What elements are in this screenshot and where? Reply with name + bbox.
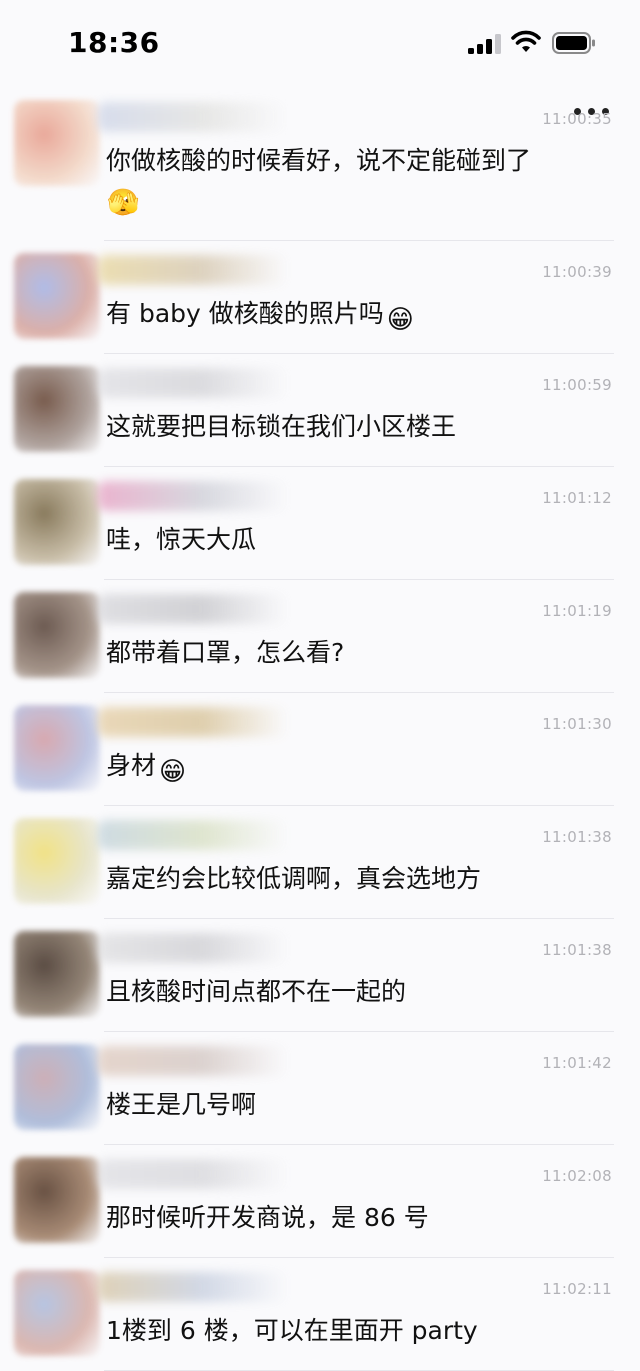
message-timestamp: 11:01:12: [542, 489, 612, 507]
chat-message-row[interactable]: 11:01:42 楼王是几号啊: [0, 1032, 640, 1145]
message-list: 11:00:35 你做核酸的时候看好，说不定能碰到了 🫣 11:00:39 有 baby…: [0, 88, 640, 1371]
cellular-signal-icon: [468, 34, 502, 54]
message-text-content: 你做核酸的时候看好，说不定能碰到了: [106, 146, 532, 175]
sender-name-blurred: [98, 1046, 288, 1076]
message-text-content: 身材: [106, 751, 157, 780]
chat-message-row[interactable]: 11:01:38 且核酸时间点都不在一起的: [0, 919, 640, 1032]
message-text-content: 且核酸时间点都不在一起的: [106, 977, 407, 1006]
message-text: 1楼到 6 楼，可以在里面开 party: [106, 1314, 478, 1348]
status-bar: 18:36: [0, 0, 640, 88]
message-text-content: 楼王是几号啊: [106, 1090, 257, 1119]
avatar[interactable]: [14, 253, 100, 339]
avatar[interactable]: [14, 1157, 100, 1243]
message-text: 这就要把目标锁在我们小区楼王: [106, 410, 456, 444]
chat-message-row[interactable]: 11:02:08 那时候听开发商说，是 86 号: [0, 1145, 640, 1258]
sender-name-blurred: [98, 368, 288, 398]
chat-message-row[interactable]: 11:01:19 都带着口罩，怎么看?: [0, 580, 640, 693]
sender-name-blurred: [98, 1159, 288, 1189]
message-text-content: 那时候听开发商说，是 86 号: [106, 1203, 429, 1232]
sender-name-blurred: [98, 102, 288, 132]
wifi-icon: [511, 30, 541, 52]
sender-name-blurred: [98, 481, 288, 511]
message-text: 你做核酸的时候看好，说不定能碰到了: [106, 144, 531, 178]
message-timestamp: 11:02:11: [542, 1280, 612, 1298]
message-timestamp: 11:01:38: [542, 828, 612, 846]
chat-message-row[interactable]: 11:01:30 身材 😁: [0, 693, 640, 806]
message-text: 哇，惊天大瓜: [106, 523, 256, 557]
emoji-icon: 😁: [159, 757, 187, 787]
emoji-icon: 😁: [386, 305, 414, 335]
chat-message-row[interactable]: 11:02:11 1楼到 6 楼，可以在里面开 party: [0, 1258, 640, 1371]
message-text-content: 有 baby 做核酸的照片吗: [106, 299, 384, 328]
message-timestamp: 11:00:35: [542, 110, 612, 128]
avatar[interactable]: [14, 479, 100, 565]
chat-message-row[interactable]: 11:00:59 这就要把目标锁在我们小区楼王: [0, 354, 640, 467]
chat-message-row[interactable]: 11:01:38 嘉定约会比较低调啊，真会选地方: [0, 806, 640, 919]
message-text: 身材 😁: [106, 749, 189, 787]
message-timestamp: 11:01:30: [542, 715, 612, 733]
sender-name-blurred: [98, 255, 288, 285]
avatar[interactable]: [14, 592, 100, 678]
message-timestamp: 11:01:38: [542, 941, 612, 959]
message-text-content: 这就要把目标锁在我们小区楼王: [106, 412, 457, 441]
avatar[interactable]: [14, 705, 100, 791]
message-text: 且核酸时间点都不在一起的: [106, 975, 406, 1009]
message-text: 有 baby 做核酸的照片吗 😁: [106, 297, 417, 335]
message-text-content: 都带着口罩，怎么看?: [106, 638, 345, 667]
avatar[interactable]: [14, 1044, 100, 1130]
message-timestamp: 11:00:59: [542, 376, 612, 394]
message-timestamp: 11:02:08: [542, 1167, 612, 1185]
emoji-icon: 🫣: [107, 188, 140, 218]
status-time: 18:36: [68, 26, 160, 59]
avatar[interactable]: [14, 100, 100, 186]
message-text-content: 1楼到 6 楼，可以在里面开 party: [106, 1316, 478, 1345]
sender-name-blurred: [98, 820, 288, 850]
message-text: 楼王是几号啊: [106, 1088, 256, 1122]
chat-message-row[interactable]: 11:00:35 你做核酸的时候看好，说不定能碰到了 🫣: [0, 88, 640, 241]
message-text: 那时候听开发商说，是 86 号: [106, 1201, 429, 1235]
battery-icon: [552, 32, 595, 54]
sender-name-blurred: [98, 933, 288, 963]
message-timestamp: 11:01:42: [542, 1054, 612, 1072]
message-text-content: 哇，惊天大瓜: [106, 525, 257, 554]
message-timestamp: 11:00:39: [542, 263, 612, 281]
message-text-content: 嘉定约会比较低调啊，真会选地方: [106, 864, 482, 893]
message-text: 都带着口罩，怎么看?: [106, 636, 344, 670]
avatar[interactable]: [14, 818, 100, 904]
chat-message-row[interactable]: 11:01:12 哇，惊天大瓜: [0, 467, 640, 580]
sender-name-blurred: [98, 1272, 288, 1302]
chat-message-row[interactable]: 11:00:39 有 baby 做核酸的照片吗 😁: [0, 241, 640, 354]
message-text: 嘉定约会比较低调啊，真会选地方: [106, 862, 481, 896]
avatar[interactable]: [14, 366, 100, 452]
avatar[interactable]: [14, 1270, 100, 1356]
avatar[interactable]: [14, 931, 100, 1017]
sender-name-blurred: [98, 707, 288, 737]
sender-name-blurred: [98, 594, 288, 624]
message-timestamp: 11:01:19: [542, 602, 612, 620]
